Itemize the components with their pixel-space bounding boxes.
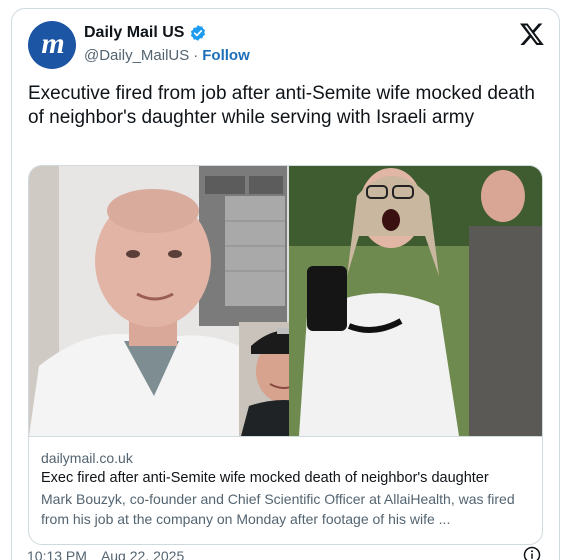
- author-name[interactable]: Daily Mail US: [84, 24, 184, 42]
- avatar[interactable]: m: [28, 21, 76, 69]
- author-name-row: Daily Mail US: [84, 24, 207, 42]
- follow-button[interactable]: Follow: [202, 47, 250, 64]
- link-preview-meta: dailymail.co.uk Exec fired after anti-Se…: [41, 448, 533, 529]
- link-preview-image[interactable]: [29, 166, 542, 436]
- preview-photo-collage: [29, 166, 542, 436]
- tweet-card: m Daily Mail US @Daily_MailUS · Follow E…: [11, 8, 560, 560]
- tweet-text: Executive fired from job after anti-Semi…: [28, 83, 535, 128]
- link-domain[interactable]: dailymail.co.uk: [41, 448, 533, 468]
- link-description: Mark Bouzyk, co-founder and Chief Scient…: [41, 491, 515, 527]
- verified-badge-icon: [191, 25, 206, 41]
- tweet-time: 10:13 PM: [27, 548, 87, 560]
- x-logo-icon[interactable]: [519, 21, 545, 47]
- tweet-timestamp[interactable]: 10:13 PM Aug 22, 2025: [27, 548, 184, 560]
- author-handle[interactable]: @Daily_MailUS: [84, 47, 189, 64]
- avatar-monogram: m: [41, 27, 64, 60]
- author-handle-row: @Daily_MailUS · Follow: [84, 47, 250, 64]
- link-title[interactable]: Exec fired after anti-Semite wife mocked…: [41, 468, 533, 489]
- link-preview-card[interactable]: dailymail.co.uk Exec fired after anti-Se…: [28, 165, 543, 545]
- tweet-date: Aug 22, 2025: [100, 548, 185, 560]
- info-icon[interactable]: [523, 546, 541, 560]
- media-divider: [29, 436, 542, 437]
- separator-dot: ·: [193, 47, 199, 64]
